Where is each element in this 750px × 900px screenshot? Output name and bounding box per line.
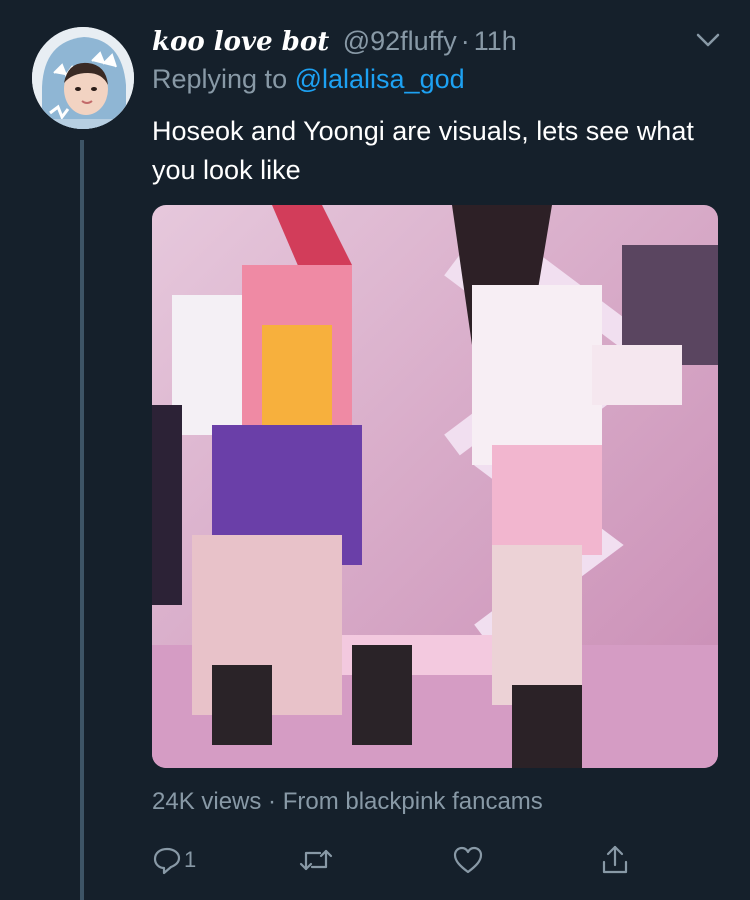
video-thumbnail bbox=[152, 205, 718, 768]
share-icon bbox=[602, 845, 628, 874]
media-meta: 24K views · From blackpink fancams bbox=[152, 788, 543, 815]
tweet-menu-button[interactable] bbox=[694, 30, 722, 50]
tweet-media-video[interactable] bbox=[152, 205, 718, 768]
retweet-button[interactable] bbox=[298, 842, 334, 878]
tweet-header: koo love bot @92fluffy · 11h bbox=[152, 24, 670, 59]
avatar[interactable] bbox=[32, 27, 134, 129]
timestamp[interactable]: 11h bbox=[474, 26, 517, 56]
replying-to-handle-link[interactable]: @lalalisa_god bbox=[295, 64, 465, 94]
like-button[interactable] bbox=[452, 842, 484, 878]
reply-button[interactable]: 1 bbox=[152, 842, 196, 878]
chevron-down-icon bbox=[696, 33, 720, 47]
share-button[interactable] bbox=[600, 842, 630, 878]
replying-to-label: Replying to bbox=[152, 64, 288, 94]
reply-icon bbox=[153, 847, 181, 875]
retweet-icon bbox=[299, 849, 333, 871]
user-handle[interactable]: @92fluffy bbox=[343, 26, 457, 56]
thread-connector-line bbox=[80, 140, 84, 900]
heart-icon bbox=[453, 846, 483, 874]
replying-to: Replying to @lalalisa_god bbox=[152, 62, 465, 96]
separator-dot: · bbox=[460, 26, 470, 56]
tweet-text: Hoseok and Yoongi are visuals, lets see … bbox=[152, 116, 694, 185]
reply-count: 1 bbox=[184, 847, 197, 872]
display-name[interactable]: koo love bot bbox=[152, 27, 329, 57]
avatar-image bbox=[32, 27, 134, 129]
